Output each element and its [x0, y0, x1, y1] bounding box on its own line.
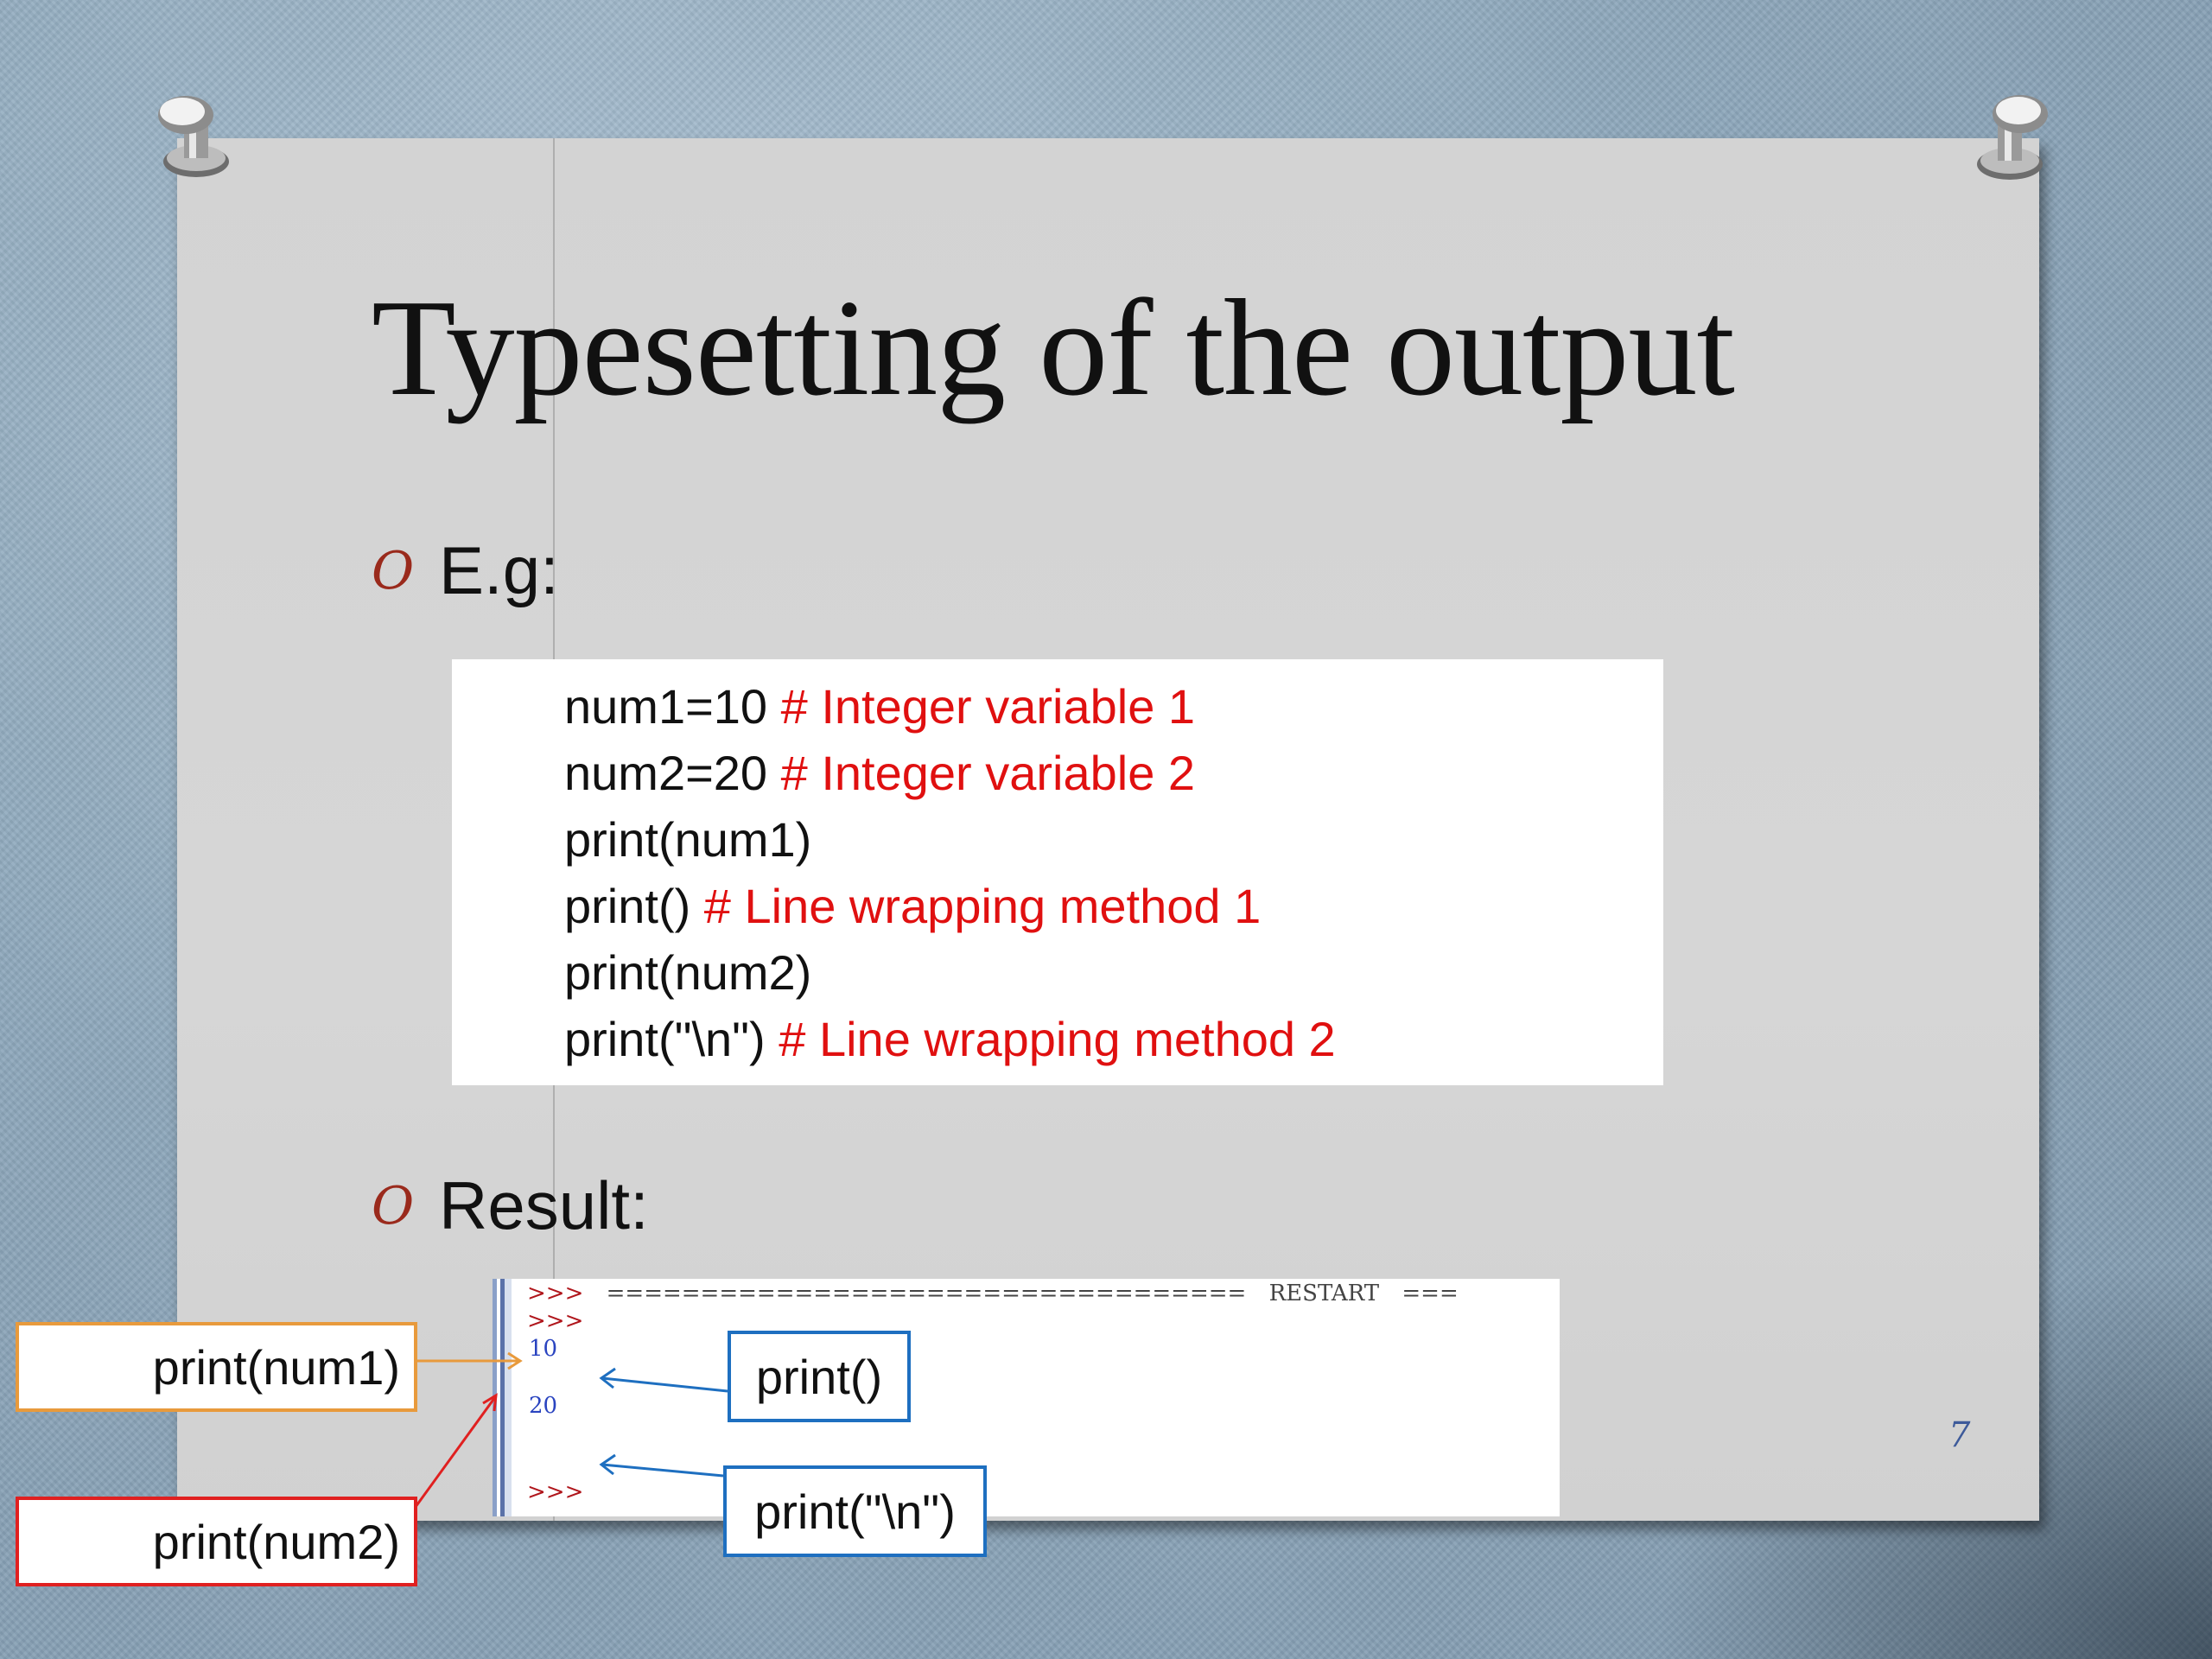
arrow-empty — [601, 1376, 728, 1393]
callout-print-num2: print(num2) — [16, 1497, 417, 1586]
callout-print-num1: print(num1) — [16, 1322, 417, 1412]
slide-stage: Typesetting of the output O E.g: num1=10… — [0, 0, 2212, 1659]
arrow-num2 — [411, 1396, 497, 1511]
arrow-newline — [601, 1463, 724, 1478]
callout-print-empty: print() — [728, 1331, 911, 1422]
callout-print-newline: print("\n") — [723, 1465, 987, 1557]
page-number: 7 — [1948, 1415, 1971, 1455]
